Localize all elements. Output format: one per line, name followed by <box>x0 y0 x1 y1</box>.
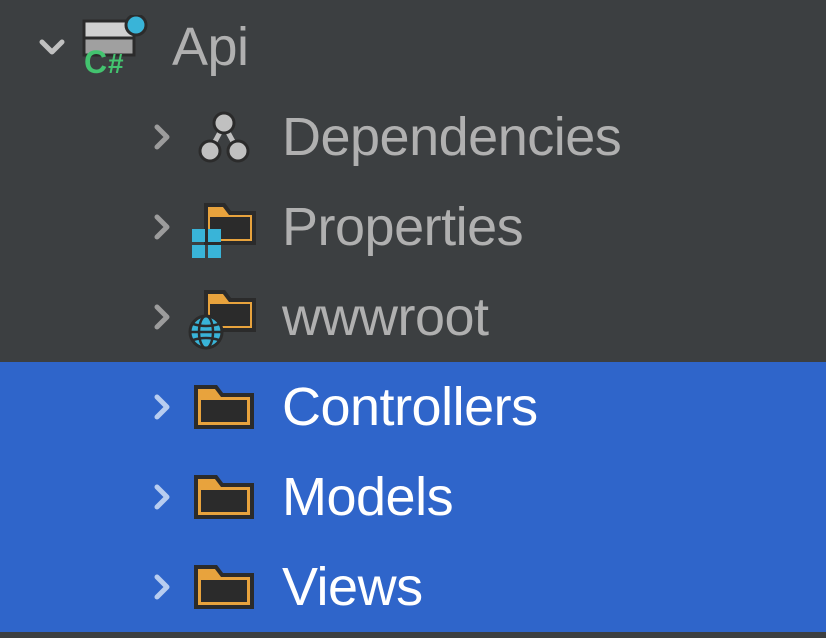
dependencies-icon <box>184 105 264 169</box>
tree-item-api[interactable]: C # Api <box>0 2 826 92</box>
tree-item-views[interactable]: Views <box>0 542 826 632</box>
tree-item-label: Controllers <box>282 376 538 438</box>
chevron-down-icon[interactable] <box>30 27 74 67</box>
svg-text:C: C <box>84 44 107 79</box>
tree-item-label: Properties <box>282 196 523 258</box>
csharp-project-icon: C # <box>74 15 154 79</box>
chevron-right-icon[interactable] <box>140 477 184 517</box>
folder-icon <box>184 469 264 525</box>
tree-item-wwwroot[interactable]: wwwroot <box>0 272 826 362</box>
svg-text:#: # <box>108 48 124 79</box>
tree-item-controllers[interactable]: Controllers <box>0 362 826 452</box>
tree-item-properties[interactable]: Properties <box>0 182 826 272</box>
tree-item-label: Dependencies <box>282 106 621 168</box>
tree-item-label: wwwroot <box>282 286 489 348</box>
chevron-right-icon[interactable] <box>140 207 184 247</box>
tree-item-label: Api <box>172 16 249 78</box>
project-tree: C # Api Dependencies <box>0 0 826 632</box>
chevron-right-icon[interactable] <box>140 387 184 427</box>
tree-item-models[interactable]: Models <box>0 452 826 542</box>
folder-icon <box>184 379 264 435</box>
tree-item-label: Views <box>282 556 423 618</box>
chevron-right-icon[interactable] <box>140 117 184 157</box>
chevron-right-icon[interactable] <box>140 567 184 607</box>
tree-item-dependencies[interactable]: Dependencies <box>0 92 826 182</box>
tree-item-label: Models <box>282 466 453 528</box>
folder-icon <box>184 559 264 615</box>
properties-folder-icon <box>184 195 264 259</box>
wwwroot-folder-icon <box>184 284 264 350</box>
chevron-right-icon[interactable] <box>140 297 184 337</box>
